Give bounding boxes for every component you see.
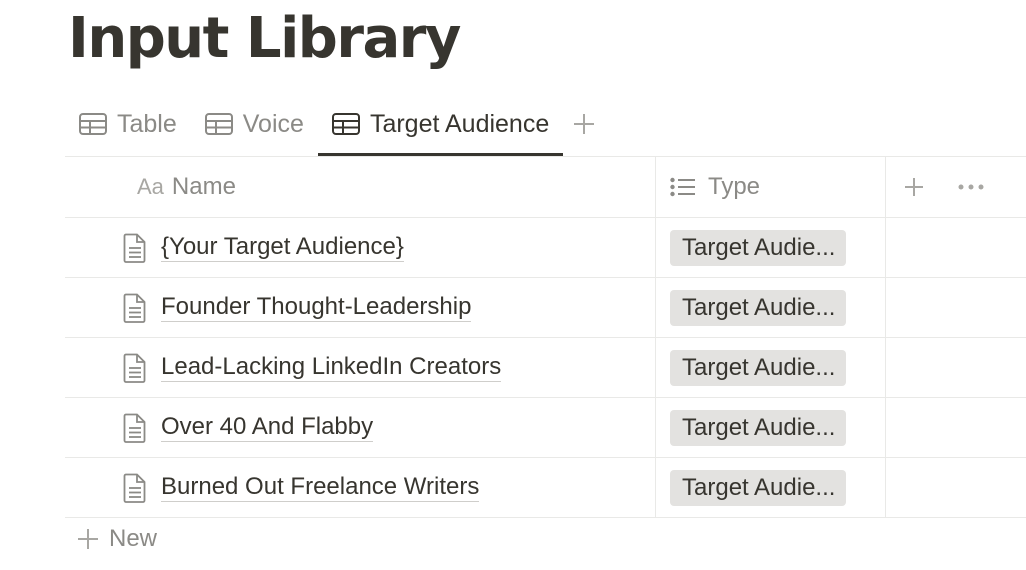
empty-cell — [886, 398, 1026, 457]
row-title-link[interactable]: Lead-Lacking LinkedIn Creators — [161, 353, 502, 382]
row-title-link[interactable]: {Your Target Audience} — [161, 233, 404, 262]
column-header-name[interactable]: Aa Name — [65, 157, 656, 217]
tab-label: Voice — [242, 109, 304, 138]
page-icon — [123, 293, 147, 323]
list-icon — [670, 177, 696, 197]
page-icon — [123, 473, 147, 503]
type-cell[interactable]: Target Audie... — [656, 398, 886, 457]
table-row[interactable]: Lead-Lacking LinkedIn Creators Target Au… — [65, 338, 1026, 398]
type-tag: Target Audie... — [670, 229, 846, 266]
more-options-button[interactable] — [958, 183, 984, 191]
empty-cell — [886, 458, 1026, 517]
name-cell: Burned Out Freelance Writers — [65, 458, 656, 517]
row-title-link[interactable]: Burned Out Freelance Writers — [161, 473, 480, 502]
column-label: Type — [708, 173, 761, 200]
name-cell: Founder Thought-Leadership — [65, 278, 656, 337]
plus-icon — [904, 177, 924, 197]
tab-label: Table — [117, 109, 177, 138]
table-icon — [79, 113, 107, 135]
type-tag: Target Audie... — [670, 349, 846, 386]
tab-label: Target Audience — [369, 109, 550, 138]
name-cell: {Your Target Audience} — [65, 218, 656, 277]
empty-cell — [886, 338, 1026, 397]
type-cell[interactable]: Target Audie... — [656, 338, 886, 397]
more-horizontal-icon — [958, 183, 984, 191]
plus-icon — [573, 113, 595, 135]
table-row[interactable]: Over 40 And Flabby Target Audie... — [65, 398, 1026, 458]
new-row-label: New — [109, 525, 158, 552]
page-icon — [123, 233, 147, 263]
type-cell[interactable]: Target Audie... — [656, 458, 886, 517]
page-icon — [123, 413, 147, 443]
page-title: Input Library — [68, 6, 461, 71]
column-label: Name — [171, 173, 236, 200]
text-property-icon: Aa — [137, 174, 164, 199]
plus-icon — [77, 528, 99, 550]
tab-target-audience[interactable]: Target Audience — [317, 92, 564, 156]
table-row[interactable]: Founder Thought-Leadership Target Audie.… — [65, 278, 1026, 338]
table-icon — [331, 113, 360, 135]
add-view-button[interactable] — [563, 92, 605, 156]
row-title-link[interactable]: Over 40 And Flabby — [161, 413, 374, 442]
name-cell: Lead-Lacking LinkedIn Creators — [65, 338, 656, 397]
tab-table[interactable]: Table — [65, 92, 191, 156]
table-header: Aa Name Type — [65, 156, 1026, 218]
column-header-type[interactable]: Type — [656, 157, 886, 217]
table-icon — [204, 113, 233, 135]
database-table: Aa Name Type {Your Target Audience} Targ… — [65, 156, 1026, 518]
type-tag: Target Audie... — [670, 469, 846, 506]
name-cell: Over 40 And Flabby — [65, 398, 656, 457]
type-tag: Target Audie... — [670, 289, 846, 326]
type-tag: Target Audie... — [670, 409, 846, 446]
table-row[interactable]: {Your Target Audience} Target Audie... — [65, 218, 1026, 278]
view-tabs: Table Voice Target Audience — [65, 92, 1026, 156]
table-row[interactable]: Burned Out Freelance Writers Target Audi… — [65, 458, 1026, 518]
empty-cell — [886, 278, 1026, 337]
new-row-button[interactable]: New — [77, 525, 157, 553]
tab-voice[interactable]: Voice — [191, 92, 318, 156]
type-cell[interactable]: Target Audie... — [656, 218, 886, 277]
page-icon — [123, 353, 147, 383]
row-title-link[interactable]: Founder Thought-Leadership — [161, 293, 472, 322]
type-cell[interactable]: Target Audie... — [656, 278, 886, 337]
add-property-button[interactable] — [904, 177, 924, 197]
empty-cell — [886, 218, 1026, 277]
column-header-actions — [886, 157, 1026, 217]
